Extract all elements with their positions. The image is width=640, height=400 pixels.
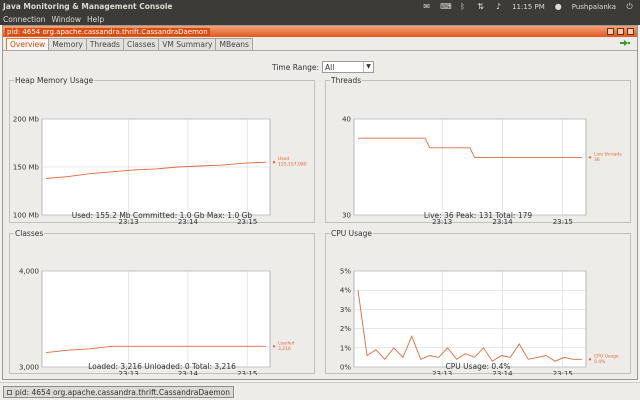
menu-connection[interactable]: Connection [3, 15, 45, 24]
classes-summary: Loaded: 3,216 Unloaded: 0 Total: 3,216 [88, 362, 236, 371]
maximize-icon[interactable] [617, 28, 624, 35]
time-range-label: Time Range: [272, 62, 320, 72]
mail-icon[interactable]: ✉ [422, 2, 431, 11]
y-tick-label: 200 Mb [13, 116, 40, 124]
plot-background [41, 270, 271, 368]
legend-name: Loaded [278, 340, 295, 346]
legend-marker [588, 358, 592, 361]
y-tick-label: 150 Mb [13, 164, 40, 172]
tab-mbeans[interactable]: MBeans [215, 38, 253, 50]
legend-value: 155,157,080 [278, 162, 307, 168]
classes-panel: Classes 4,000 3,000 23:13 23:14 23:15 Loaded 3… [9, 229, 315, 376]
tab-classes[interactable]: Classes [122, 38, 160, 50]
clock[interactable]: 11:15 PM [512, 3, 545, 11]
app-title: Java Monitoring & Management Console [3, 2, 173, 11]
legend-marker [272, 345, 276, 348]
plot-area: 403023:13 23:14 23:15Live threads36 [342, 116, 622, 225]
user-icon: ● [554, 2, 562, 11]
plot-area: 4,0003,00023:13 23:14 23:15Loaded3,216 [19, 268, 295, 376]
time-range-select[interactable]: All ▼ [322, 61, 375, 73]
taskbar-window-button[interactable]: pid: 4654 org.apache.cassandra.thrift.Ca… [3, 386, 234, 398]
cpu-usage-chart: 5%4%3%2%1%0%23:13 23:14 23:15CPU Usage0.4% [340, 268, 619, 376]
minimize-icon[interactable] [607, 28, 614, 35]
heap-memory-panel: Heap Memory Usage 200 Mb 150 Mb 100 Mb 23:1… [9, 76, 315, 225]
connection-frame: pid: 4654 org.apache.cassandra.thrift.Ca… [2, 25, 638, 380]
legend-marker [588, 156, 592, 159]
y-tick-label: 1% [340, 344, 351, 352]
legend-name: Used [278, 156, 289, 162]
volume-icon[interactable]: ♪ [494, 2, 503, 11]
y-tick-label: 40 [342, 116, 351, 124]
system-top-panel: Java Monitoring & Management Console ✉ ⌨… [0, 0, 640, 13]
classes-chart: 4,0003,00023:13 23:14 23:15Loaded3,216 [19, 268, 295, 376]
y-tick-label: 4,000 [19, 268, 39, 276]
tab-overview[interactable]: Overview [6, 38, 50, 50]
system-tray: ✉ ⌨ ᛒ ⇅ ♪ 11:15 PM ● Pushpalanka ⏻ [422, 2, 640, 11]
menubar: Connection Window Help [0, 13, 640, 25]
legend-marker [272, 161, 276, 164]
threads-panel: Threads 40 30 23:13 23:14 23:15 Live threads 3… [325, 76, 631, 225]
time-range: Time Range: All ▼ [272, 61, 375, 73]
cpu-usage-summary: CPU Usage: 0.4% [445, 362, 511, 371]
connection-status-icon[interactable] [619, 39, 631, 47]
legend-name: Live threads [594, 151, 622, 157]
frame-title: pid: 4654 org.apache.cassandra.thrift.Ca… [5, 27, 210, 36]
power-icon[interactable]: ⏻ [625, 2, 634, 11]
heap-memory-chart: 200 Mb150 Mb100 Mb23:13 23:14 23:15Used155… [13, 116, 307, 225]
time-range-value: All [325, 62, 335, 72]
bottom-taskbar: pid: 4654 org.apache.cassandra.thrift.Ca… [0, 382, 640, 400]
threads-summary: Live: 36 Peak: 131 Total: 179 [423, 211, 533, 220]
taskbar-window-label: pid: 4654 org.apache.cassandra.thrift.Ca… [15, 387, 230, 397]
plot-background [353, 118, 587, 216]
y-tick-label: 4% [340, 287, 351, 295]
tab-memory[interactable]: Memory [48, 38, 87, 50]
tab-vm-summary[interactable]: VM Summary [158, 38, 217, 50]
legend-value: 36 [594, 157, 600, 163]
y-tick-label: 2% [340, 325, 351, 333]
plot-area: 200 Mb150 Mb100 Mb23:13 23:14 23:15Used155… [13, 116, 307, 225]
network-icon[interactable]: ⇅ [476, 2, 485, 11]
y-tick-label: 5% [340, 268, 351, 276]
threads-chart: 403023:13 23:14 23:15Live threads36 [342, 116, 622, 225]
window-icon [7, 389, 12, 395]
heap-memory-summary: Used: 155.2 Mb Committed: 1.0 Gb Max: 1.… [71, 211, 253, 220]
close-icon[interactable] [627, 28, 634, 35]
legend-name: CPU Usage [594, 353, 619, 359]
y-tick-label: 3% [340, 306, 351, 314]
frame-title-bar[interactable]: pid: 4654 org.apache.cassandra.thrift.Ca… [3, 26, 637, 37]
plot-area: 5%4%3%2%1%0%23:13 23:14 23:15CPU Usage0.4% [340, 268, 619, 376]
cpu-usage-panel: CPU Usage 5% 4% 3% 2% 1% 0% 23:13 23:14 23:15 CPU… [325, 229, 631, 376]
menu-help[interactable]: Help [87, 15, 104, 24]
plot-background [353, 270, 587, 368]
user-name[interactable]: Pushpalanka [572, 3, 616, 11]
tab-bar: Overview Memory Threads Classes VM Summa… [3, 37, 637, 51]
legend-value: 3,216 [278, 346, 291, 352]
menu-window[interactable]: Window [51, 15, 81, 24]
tab-threads[interactable]: Threads [85, 38, 124, 50]
frame-controls [607, 28, 637, 35]
chevron-down-icon: ▼ [363, 62, 373, 72]
keyboard-icon[interactable]: ⌨ [440, 2, 452, 11]
bluetooth-icon[interactable]: ᛒ [458, 2, 467, 11]
